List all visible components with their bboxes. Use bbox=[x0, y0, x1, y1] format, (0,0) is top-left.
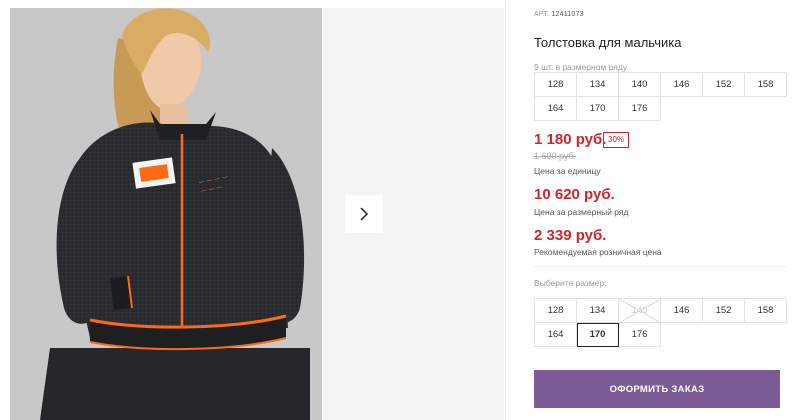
pack-size-cell: 140 bbox=[619, 73, 661, 97]
pack-size-cell: 164 bbox=[535, 97, 577, 121]
size-option-164[interactable]: 164 bbox=[535, 323, 577, 347]
article-number: АРТ. 12411073 bbox=[534, 11, 584, 18]
horizontal-divider bbox=[534, 266, 786, 267]
pack-size-cell: 146 bbox=[661, 73, 703, 97]
pack-size-cell: 134 bbox=[577, 73, 619, 97]
size-option-label: 176 bbox=[631, 329, 648, 340]
product-photo: — — — — — — — bbox=[10, 8, 322, 420]
pack-size-cell: 170 bbox=[577, 97, 619, 121]
size-option-label: 170 bbox=[589, 329, 606, 340]
chevron-right-icon bbox=[360, 207, 369, 221]
product-title: Толстовка для мальчика bbox=[534, 35, 682, 50]
old-price: 1 690 руб. bbox=[534, 151, 577, 161]
size-option-128[interactable]: 128 bbox=[535, 299, 577, 323]
unit-price: 1 180 руб. bbox=[534, 131, 607, 148]
pack-price: 10 620 руб. bbox=[534, 186, 615, 203]
pack-size-cell: 158 bbox=[745, 73, 787, 97]
size-option-label: 146 bbox=[673, 305, 690, 316]
vertical-divider bbox=[505, 0, 506, 420]
product-photo-illustration: — — — — — — — bbox=[10, 8, 322, 420]
size-option-label: 158 bbox=[757, 305, 774, 316]
size-option-176[interactable]: 176 bbox=[619, 323, 661, 347]
size-option-134[interactable]: 134 bbox=[577, 299, 619, 323]
pack-size-cell: 152 bbox=[703, 73, 745, 97]
unavailable-cross-icon bbox=[619, 299, 661, 323]
article-label: АРТ. bbox=[534, 11, 550, 18]
size-option-label: 134 bbox=[589, 305, 606, 316]
size-select-label: Выберите размер: bbox=[534, 278, 607, 288]
pack-size-cell: 128 bbox=[535, 73, 577, 97]
size-option-152[interactable]: 152 bbox=[703, 299, 745, 323]
gallery-next-button[interactable] bbox=[345, 195, 383, 233]
pack-price-note: Цена за размерный ряд bbox=[534, 207, 629, 217]
order-button[interactable]: ОФОРМИТЬ ЗАКАЗ bbox=[534, 370, 780, 408]
size-option-label: 164 bbox=[547, 329, 564, 340]
size-select-grid: 128 134 140 146 152 158 164 170 176 bbox=[534, 298, 787, 347]
pack-sizes-label: 9 шт. в размерном ряду bbox=[534, 62, 628, 72]
pack-size-grid: 128 134 140 146 152 158 164 170 176 bbox=[534, 72, 787, 121]
size-option-170[interactable]: 170 bbox=[577, 323, 619, 347]
pack-size-cell: 176 bbox=[619, 97, 661, 121]
size-option-label: 128 bbox=[547, 305, 564, 316]
size-option-140: 140 bbox=[619, 299, 661, 323]
discount-badge: 30% bbox=[603, 132, 630, 148]
size-option-label: 152 bbox=[715, 305, 732, 316]
unit-price-note: Цена за единицу bbox=[534, 166, 601, 176]
size-option-146[interactable]: 146 bbox=[661, 299, 703, 323]
size-option-158[interactable]: 158 bbox=[745, 299, 787, 323]
recommended-price: 2 339 руб. bbox=[534, 227, 607, 244]
article-value: 12411073 bbox=[551, 11, 584, 18]
recommended-price-note: Рекомендуемая розничная цена bbox=[534, 247, 662, 257]
